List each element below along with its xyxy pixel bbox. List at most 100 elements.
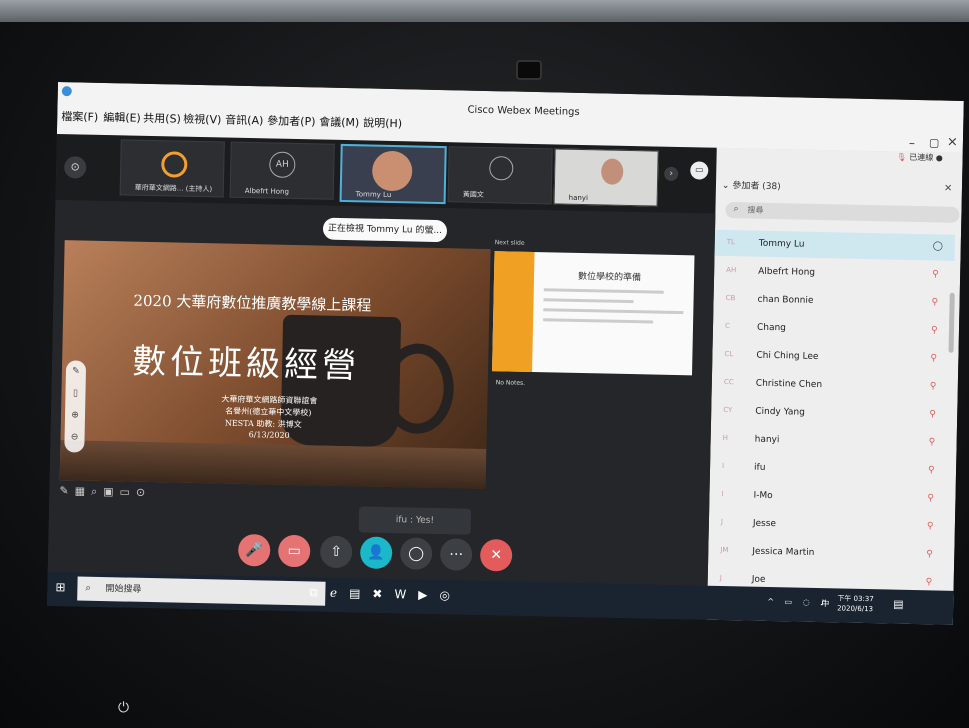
close-panel-icon[interactable]: × — [944, 183, 953, 194]
mic-muted-icon: ⚲ — [932, 269, 939, 280]
participant-row[interactable]: CL Chi Ching Lee ⚲ — [712, 342, 952, 373]
participants-count: 參加者 (38) — [732, 181, 781, 193]
participant-name: Cindy Yang — [755, 406, 805, 418]
participants-scrollbar[interactable] — [948, 292, 955, 353]
video-tile-hanyi[interactable]: hanyi — [553, 148, 659, 207]
avatar: CL — [724, 350, 734, 359]
participant-name: Chang — [756, 322, 787, 334]
taskbar-clock[interactable]: 下午 03:37 2020/6/13 — [837, 593, 874, 614]
participant-row[interactable]: I I-Mo ⚲ — [709, 482, 949, 513]
next-slide-preview[interactable]: 數位學校的準備 — [492, 251, 695, 376]
video-tile-name: 華府華文網路... (主持人) — [134, 183, 213, 194]
avatar: JM — [720, 545, 729, 555]
menu-share[interactable]: 共用(S) — [143, 110, 181, 127]
more-options-button[interactable]: ⋯ — [439, 538, 473, 571]
participants-button[interactable]: 👤 — [359, 536, 393, 570]
system-tray-icons[interactable]: ^ ▭ ◌ ♪ — [767, 597, 829, 607]
participant-row[interactable]: Hhanyi ⚲ — [710, 426, 950, 457]
pen-icon[interactable]: ✎ — [66, 360, 86, 382]
chat-button[interactable]: ◯ — [399, 537, 433, 570]
ime-indicator[interactable]: 中 — [821, 598, 829, 609]
participant-row[interactable]: C Chang ⚲ — [713, 314, 953, 345]
share-button[interactable]: ⇧ — [319, 535, 353, 569]
mic-muted-icon: ⚲ — [928, 437, 936, 448]
video-tile-name: 黃國文 — [462, 190, 484, 199]
avatar: J — [720, 517, 724, 527]
participant-name: hanyi — [754, 434, 780, 446]
participant-row[interactable]: CY Cindy Yang ⚲ — [711, 398, 951, 429]
bullet-line — [543, 318, 654, 324]
eraser-icon[interactable]: ▯ — [65, 382, 85, 404]
chevron-right-icon[interactable]: › — [664, 166, 679, 182]
mic-muted-icon: ⚲ — [926, 549, 933, 560]
close-window-button[interactable]: × — [947, 135, 958, 150]
menu-meeting[interactable]: 會議(M) — [319, 113, 359, 130]
webcam — [516, 60, 542, 80]
participant-row[interactable]: J Jesse ⚲ — [709, 510, 949, 541]
participant-row[interactable]: AH Albefrt Hong ⚲ — [714, 258, 954, 289]
participant-name: Chi Ching Lee — [756, 350, 819, 362]
power-icon[interactable]: ⏻ — [118, 700, 129, 716]
participant-list: TL Tommy Lu ◯ AH Albefrt Hong ⚲ CB chan Bonni… — [707, 229, 955, 615]
participant-search-input[interactable]: 搜尋 — [725, 202, 960, 223]
mic-muted-icon: ⚲ — [927, 493, 935, 504]
mic-muted-icon: ⚲ — [929, 381, 937, 392]
mic-muted-icon: ⚲ — [931, 297, 939, 308]
mute-button[interactable]: 🎤 — [237, 533, 271, 567]
stop-video-button[interactable]: ▭ — [277, 534, 311, 568]
slide-org: 大華府華文網路師資聯誼會 — [221, 394, 318, 406]
windows-start-icon[interactable]: ⊞ — [55, 580, 65, 594]
mic-muted-icon: ⚲ — [925, 577, 933, 588]
video-tile-name: hanyi — [568, 193, 589, 203]
avatar: J — [719, 573, 722, 583]
layout-toggle-icon[interactable]: ▭ — [690, 161, 709, 180]
app-title: Cisco Webex Meetings — [467, 104, 580, 118]
search-icon: ⌕ — [733, 204, 739, 215]
menu-edit[interactable]: 編輯(E) — [103, 109, 141, 126]
speech-bubble-icon[interactable]: ◯ — [933, 241, 943, 251]
end-meeting-button[interactable]: ✕ — [479, 538, 513, 572]
background-window-strip — [0, 0, 969, 22]
bullet-line — [543, 298, 634, 304]
maximize-button[interactable]: ▢ — [929, 136, 940, 149]
participant-row[interactable]: TL Tommy Lu ◯ — [714, 229, 955, 261]
chat-popup[interactable]: ifu : Yes! — [358, 506, 472, 535]
video-tile-tommy[interactable]: Tommy Lu — [339, 143, 447, 205]
avatar: CC — [723, 378, 734, 387]
mic-muted-icon: ⚲ — [927, 465, 935, 476]
participant-row[interactable]: Iifu ⚲ — [710, 454, 950, 485]
taskbar-search-input[interactable]: 開始搜尋 — [77, 576, 326, 606]
laptop-screen: Cisco Webex Meetings 檔案(F) 編輯(E) 共用(S) 檢… — [47, 82, 964, 625]
clock-date: 2020/6/13 — [837, 604, 874, 614]
menu-view[interactable]: 檢視(V) — [183, 111, 221, 128]
drawing-tools[interactable]: ✎▦⌕▣▭⊙ — [59, 484, 151, 500]
participant-name: Jessica Martin — [752, 546, 815, 558]
menu-file[interactable]: 檔案(F) — [61, 108, 98, 125]
mic-muted-icon: ⚲ — [930, 325, 938, 336]
zoom-in-icon[interactable]: ⊕ — [65, 404, 85, 426]
participants-panel: 🎙 已連線 ● ⌄ 參加者 (38) × 搜尋 ⌕ TL Tommy Lu ◯ AH… — [706, 147, 963, 625]
participant-row[interactable]: CC Christine Chen ⚲ — [712, 370, 952, 401]
zoom-out-icon[interactable]: ⊖ — [64, 426, 84, 448]
video-tile-albefrt[interactable]: AH Albefrt Hong — [229, 141, 335, 200]
video-tile-host[interactable]: 華府華文網路... (主持人) — [119, 139, 225, 198]
minimize-button[interactable]: – — [909, 136, 915, 150]
participant-name: Joe — [751, 574, 766, 585]
record-button[interactable]: ⊙ — [63, 156, 87, 179]
participant-name: Christine Chen — [755, 378, 823, 391]
participant-row[interactable]: JM Jessica Martin ⚲ — [708, 538, 948, 569]
next-slide-label: Next slide — [494, 239, 525, 247]
taskbar-apps[interactable]: ⧉ℯ▤✖W▶◎ — [309, 585, 462, 603]
slide-school: 名譽州(德立華中文學校) — [225, 406, 312, 418]
speaker-face — [371, 150, 413, 192]
menu-help[interactable]: 說明(H) — [363, 114, 402, 131]
menu-participant[interactable]: 參加者(P) — [267, 112, 316, 129]
participant-face — [600, 158, 624, 185]
participant-row[interactable]: CB chan Bonnie ⚲ — [713, 286, 953, 317]
mic-muted-icon: ⚲ — [930, 353, 938, 364]
notification-icon[interactable]: ▤ — [893, 598, 904, 611]
video-tile-name: Tommy Lu — [355, 190, 392, 200]
menu-audio[interactable]: 音訊(A) — [225, 112, 263, 129]
video-tile-guowen[interactable]: 黃國文 — [447, 146, 553, 205]
mic-muted-icon: ⚲ — [926, 521, 934, 532]
